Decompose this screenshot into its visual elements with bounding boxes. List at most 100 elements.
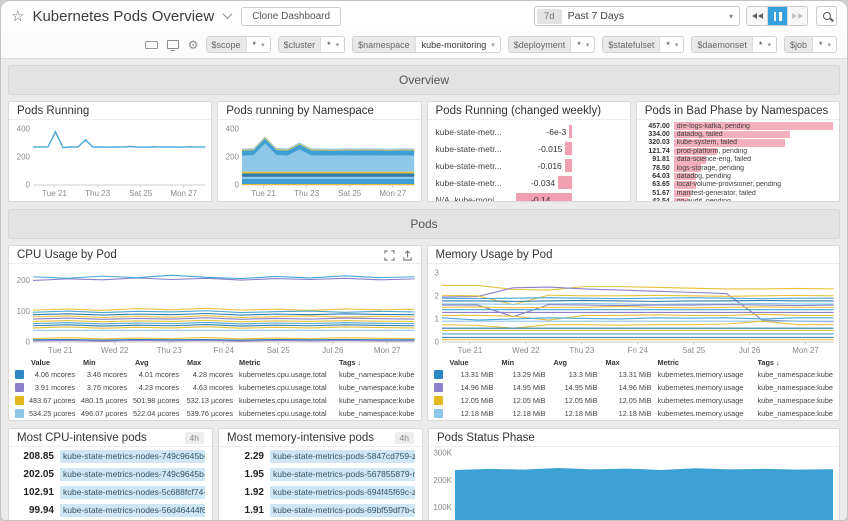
changed-weekly-row[interactable]: kube-state-metr... -0.016 — [428, 157, 630, 174]
filter-chip[interactable]: $job * ▾ — [784, 36, 837, 53]
legend-header[interactable]: Metric — [239, 358, 339, 367]
toplist-row[interactable]: 208.85 kube-state-metrics-nodes-749c9645… — [9, 447, 212, 465]
legend-header[interactable]: Max — [604, 358, 658, 367]
legend-rows: 13.31 MiB 13.29 MiB 13.3 MiB 13.31 MiB k… — [434, 368, 834, 420]
export-icon[interactable] — [402, 250, 413, 261]
legend-header-sort[interactable]: Tags ↓ — [339, 358, 415, 367]
legend-min: 12.05 MiB — [500, 396, 552, 405]
panel-title: CPU Usage by Pod — [9, 246, 421, 264]
bar-value: -0.034 — [531, 178, 555, 188]
legend-row[interactable]: 14.96 MiB 14.95 MiB 14.95 MiB 14.96 MiB … — [434, 381, 834, 394]
toplist-pod-name[interactable]: kube-state-metrics-nodes-5c688fcf74-b... — [60, 486, 205, 499]
toplist-pod-name[interactable]: kube-state-metrics-nodes-749c9645b-27... — [60, 450, 205, 463]
toplist-pod-name[interactable]: kube-state-metrics-pods-5847cd759-zz68q — [270, 450, 415, 463]
toplist-row[interactable]: 1.91 kube-state-metrics-pods-69bf59df7b-… — [219, 501, 422, 519]
bad-phase-row[interactable]: 63.65 local-volume-provisioner, pending — [637, 181, 839, 189]
bad-phase-row[interactable]: 121.74 prod-platform, pending — [637, 147, 839, 155]
bad-phase-row[interactable]: 78.50 logs-storage, pending — [637, 164, 839, 172]
section-header-overview: Overview — [8, 65, 840, 95]
panel-title: Pods Running — [9, 102, 211, 120]
legend-header[interactable]: Max — [185, 358, 239, 367]
toplist-row[interactable]: 202.05 kube-state-metrics-nodes-749c9645… — [9, 465, 212, 483]
bad-phase-row[interactable]: 334.00 datadog, failed — [637, 130, 839, 138]
bar-value: -0.14 — [531, 195, 550, 203]
legend-header-sort[interactable]: Tags ↓ — [758, 358, 834, 367]
legend-row[interactable]: 534.25 µcores 496.07 µcores 522.04 µcore… — [15, 407, 415, 420]
zoom-button[interactable] — [816, 6, 837, 26]
cpu-usage-chart[interactable]: 0100200Tue 21Wed 22Thu 23Fri 24Sat 25Jul… — [9, 264, 421, 355]
legend-header[interactable]: Value — [448, 358, 500, 367]
panel-cpu-usage: CPU Usage by Pod 0100200Tue 21Wed 22Thu … — [8, 245, 422, 421]
toplist-pod-name[interactable]: kube-state-metrics-pods-567855879-rp4mt — [270, 468, 415, 481]
changed-weekly-row[interactable]: kube-state-metr... -6e-3 — [428, 123, 630, 140]
filter-chip[interactable]: $scope * ▾ — [206, 36, 271, 53]
toplist-pod-name[interactable]: kube-state-metrics-pods-694f45f69c-z8rpc — [270, 486, 415, 499]
rewind-button[interactable] — [747, 7, 767, 25]
dashboard-title[interactable]: Kubernetes Pods Overview — [32, 8, 214, 25]
bad-phase-row[interactable]: 64.03 datadog, pending — [637, 172, 839, 180]
pods-status-phase-chart[interactable]: 100K200K300K — [429, 447, 839, 521]
legend-header[interactable]: Value — [29, 358, 81, 367]
legend-row[interactable]: 13.31 MiB 13.29 MiB 13.3 MiB 13.31 MiB k… — [434, 368, 834, 381]
forward-icon — [798, 13, 803, 19]
toplist-row[interactable]: 2.29 kube-state-metrics-pods-5847cd759-z… — [219, 447, 422, 465]
filter-chip[interactable]: $deployment * ▾ — [508, 36, 596, 53]
section-header-pods: Pods — [8, 209, 840, 239]
forward-button[interactable] — [787, 7, 807, 25]
legend-row[interactable]: 12.18 MiB 12.18 MiB 12.18 MiB 12.18 MiB … — [434, 407, 834, 420]
filter-chip[interactable]: $statefulset * ▾ — [602, 36, 684, 53]
bad-phase-row[interactable]: 42.54 go-audit, pending — [637, 198, 839, 201]
bar-value: -6e-3 — [546, 127, 566, 137]
toplist-row[interactable]: 1.95 kube-state-metrics-pods-567855879-r… — [219, 465, 422, 483]
pause-button[interactable] — [767, 7, 787, 25]
bad-phase-row[interactable]: 51.67 manifest-generator, failed — [637, 189, 839, 197]
svg-text:0: 0 — [235, 181, 240, 190]
tv-mode-icon[interactable] — [145, 41, 158, 49]
expand-icon[interactable] — [384, 250, 395, 261]
legend-header[interactable]: Min — [500, 358, 552, 367]
legend-row[interactable]: 12.05 MiB 12.05 MiB 12.05 MiB 12.05 MiB … — [434, 394, 834, 407]
bad-phase-row[interactable]: 91.81 data-science-eng, failed — [637, 156, 839, 164]
filter-chip-value: * — [813, 40, 828, 50]
toplist-pod-name[interactable]: kube-state-metrics-nodes-749c9645b-gz... — [60, 468, 205, 481]
toplist-value: 1.91 — [226, 505, 264, 516]
legend-header[interactable]: Metric — [658, 358, 758, 367]
changed-weekly-row[interactable]: N/A, kube-moni... -0.14 — [428, 191, 630, 202]
memory-usage-chart[interactable]: 0123Tue 21Wed 22Thu 23Fri 24Sat 25Jul 26… — [428, 264, 840, 355]
filterbar-actions: ⚙ — [145, 39, 199, 51]
changed-weekly-row[interactable]: kube-state-metr... -0.015 — [428, 140, 630, 157]
dashboard-content: Overview Pods Running 0200400Tue 21Thu 2… — [1, 59, 847, 521]
bad-phase-row[interactable]: 457.00 dre-logs-kafka, pending — [637, 122, 839, 130]
svg-text:100: 100 — [17, 307, 31, 316]
legend-min: 3.46 mcores — [81, 370, 133, 379]
pods-by-namespace-chart[interactable]: 0200400Tue 21Thu 23Sat 25Mon 27 — [218, 120, 420, 198]
legend-header[interactable]: Avg — [552, 358, 604, 367]
title-chevron-down-icon[interactable] — [223, 9, 233, 19]
toplist-row[interactable]: 102.91 kube-state-metrics-nodes-5c688fcf… — [9, 483, 212, 501]
changed-weekly-row[interactable]: kube-state-metr... -0.034 — [428, 174, 630, 191]
toplist-row[interactable]: 1.92 kube-state-metrics-pods-694f45f69c-… — [219, 483, 422, 501]
bad-phase-row[interactable]: 320.03 kube-system, failed — [637, 139, 839, 147]
bar-plot: prod-platform, pending — [674, 148, 833, 156]
display-icon[interactable] — [167, 40, 179, 49]
settings-gear-icon[interactable]: ⚙ — [188, 39, 199, 51]
filter-chip[interactable]: $cluster * ▾ — [278, 36, 346, 53]
legend-row[interactable]: 4.06 mcores 3.46 mcores 4.01 mcores 4.28… — [15, 368, 415, 381]
legend-row[interactable]: 3.91 mcores 3.76 mcores 4.23 mcores 4.63… — [15, 381, 415, 394]
svg-text:Wed 22: Wed 22 — [512, 346, 540, 355]
legend-header[interactable]: Min — [81, 358, 133, 367]
clone-dashboard-button[interactable]: Clone Dashboard — [241, 7, 341, 26]
toplist-row[interactable]: 99.94 kube-state-metrics-nodes-56d46444f… — [9, 501, 212, 519]
toplist-pod-name[interactable]: kube-state-metrics-nodes-56d46444f6-n... — [60, 504, 205, 517]
favorite-star-icon[interactable]: ☆ — [11, 9, 24, 24]
legend-row[interactable]: 483.67 µcores 480.15 µcores 501.98 µcore… — [15, 394, 415, 407]
pods-running-chart[interactable]: 0200400Tue 21Thu 23Sat 25Mon 27 — [9, 120, 211, 198]
legend-header[interactable]: Avg — [133, 358, 185, 367]
toplist-pod-name[interactable]: kube-state-metrics-pods-69bf59df7b-d6wt7 — [270, 504, 415, 517]
filter-chip[interactable]: $daemonset * ▾ — [691, 36, 777, 53]
svg-text:Thu 23: Thu 23 — [85, 189, 110, 198]
filter-chip[interactable]: $namespace kube-monitoring ▾ — [352, 36, 501, 53]
timeframe-badge: 4h — [185, 432, 204, 444]
bar-label: N/A, kube-moni... — [436, 195, 516, 203]
time-range-select[interactable]: 7d Past 7 Days ▾ — [534, 6, 740, 26]
